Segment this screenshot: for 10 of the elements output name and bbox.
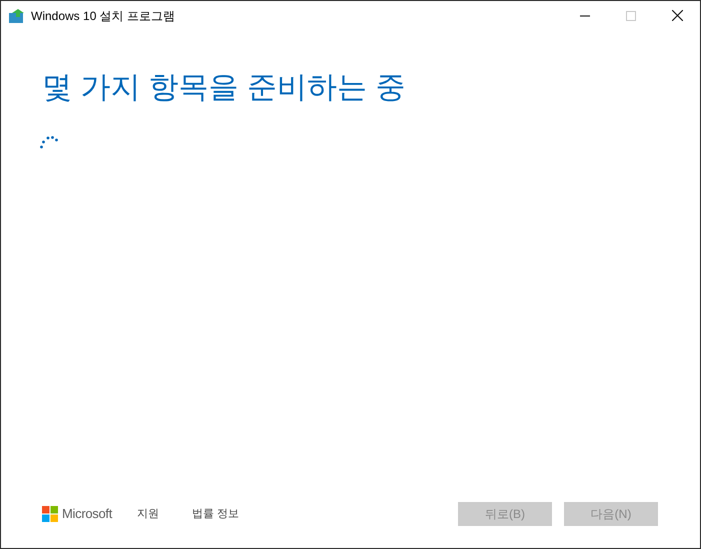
microsoft-logo-icon [42,506,58,522]
brand-wordmark: Microsoft [62,505,112,524]
footer-link[interactable]: 법률 정보 [192,506,240,522]
window-title: Windows 10 설치 프로그램 [31,8,176,24]
close-icon[interactable] [672,10,683,21]
footer-link[interactable]: 지원 [137,506,160,522]
loading-spinner-icon [40,136,59,149]
page-heading: 몇 가지 항목을 준비하는 중 [42,70,406,106]
app-icon [9,8,25,22]
maximize-icon [626,10,636,20]
